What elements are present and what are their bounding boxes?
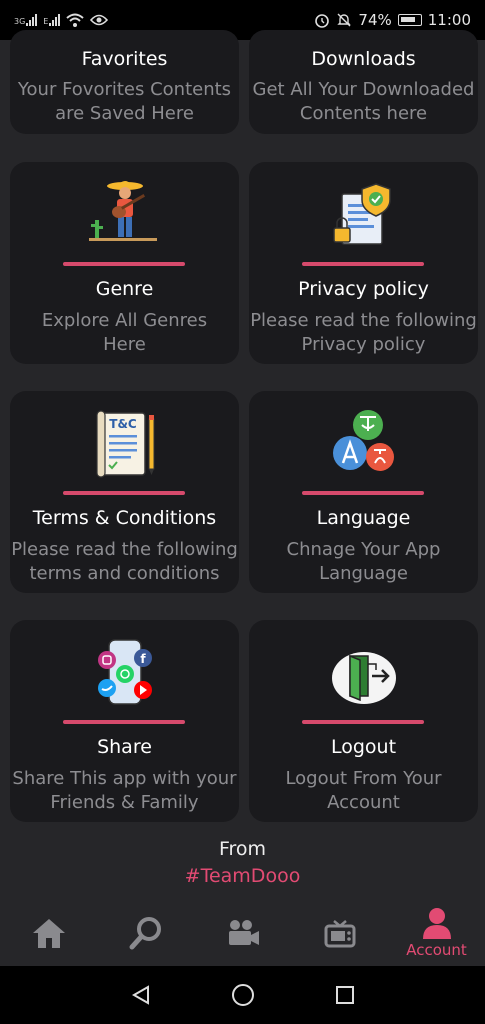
wifi-icon [66, 13, 85, 27]
card-title: Privacy policy [298, 278, 429, 300]
card-title: Terms & Conditions [32, 507, 217, 529]
card-desc-line-2: terms and conditions [29, 563, 220, 584]
card-desc-line-2: Privacy policy [301, 334, 426, 355]
card-divider [302, 491, 424, 495]
home-icon [32, 919, 65, 948]
card-desc-line-1: Logout From Your [285, 768, 442, 789]
privacy-policy-card[interactable]: Privacy policy Please read the following… [249, 162, 478, 364]
card-title: Share [97, 736, 152, 758]
search-icon [129, 917, 161, 950]
clock: 11:00 [427, 11, 471, 29]
logout-door-icon [331, 652, 396, 704]
tab-account[interactable]: Account [388, 900, 485, 966]
eye-icon [90, 14, 109, 26]
terms-icon-text: T&C [109, 417, 137, 431]
card-desc-line-2: Here [103, 334, 146, 355]
card-title: Genre [95, 278, 154, 300]
svg-text:f: f [140, 652, 146, 666]
card-desc-line-1: Please read the following [11, 539, 238, 560]
card-desc-line-1: Get All Your Downloaded [252, 79, 475, 100]
card-title: Logout [330, 736, 397, 758]
card-divider [302, 720, 424, 724]
translate-bubbles-icon [332, 410, 394, 471]
card-title: Favorites [81, 48, 168, 70]
tab-account-label: Account [406, 941, 467, 959]
signal-1: 3G [14, 14, 38, 26]
system-nav-bar [0, 966, 485, 1024]
tab-tv[interactable] [291, 900, 388, 966]
card-desc-line-2: Account [327, 792, 400, 813]
tab-search[interactable] [97, 900, 194, 966]
back-icon[interactable] [130, 984, 152, 1006]
bottom-tab-bar: Account [0, 900, 485, 966]
battery-percent: 74% [358, 11, 392, 29]
card-desc-line-2: Contents here [299, 103, 428, 124]
document-shield-icon [332, 183, 391, 245]
card-desc-line-2: Language [319, 563, 408, 584]
from-label: From [218, 838, 267, 860]
card-divider [63, 262, 185, 266]
card-divider [302, 262, 424, 266]
recents-icon[interactable] [334, 984, 356, 1006]
card-desc-line-2: Friends & Family [50, 792, 199, 813]
card-desc-line-2: are Saved Here [55, 103, 194, 124]
card-desc-line-1: Share This app with your [12, 768, 237, 789]
battery-icon [397, 14, 422, 26]
card-desc-line-1: Please read the following [250, 310, 477, 331]
guitarist-icon [88, 181, 157, 241]
tab-video[interactable] [194, 900, 291, 966]
mute-icon [337, 13, 352, 27]
share-phone-icon: f [97, 639, 152, 705]
card-desc-line-1: Explore All Genres [41, 310, 208, 331]
card-title: Language [316, 507, 411, 529]
favorites-card[interactable]: Favorites Your Fovorites Contents are Sa… [10, 30, 239, 134]
account-icon [422, 908, 451, 939]
network-type-2: E [43, 17, 49, 26]
language-card[interactable]: Language Chnage Your App Language [249, 391, 478, 593]
network-type-1: 3G [14, 17, 26, 26]
card-desc-line-1: Chnage Your App [286, 539, 441, 560]
tab-home[interactable] [0, 900, 97, 966]
video-camera-icon [228, 920, 259, 945]
home-circle-icon[interactable] [231, 983, 255, 1007]
genre-card[interactable]: Genre Explore All Genres Here [10, 162, 239, 364]
terms-conditions-card[interactable]: T&C Terms & Conditions Please read the f… [10, 391, 239, 593]
card-divider [63, 720, 185, 724]
team-tag: #TeamDooo [184, 865, 301, 887]
tv-icon [324, 920, 355, 948]
card-desc-line-1: Your Fovorites Contents [17, 79, 232, 100]
share-card[interactable]: f Share Share This app with your Friends… [10, 620, 239, 822]
logout-card[interactable]: Logout Logout From Your Account [249, 620, 478, 822]
card-divider [63, 491, 185, 495]
signal-2: E [43, 14, 61, 26]
card-title: Downloads [311, 48, 416, 70]
terms-document-icon: T&C [95, 410, 154, 478]
downloads-card[interactable]: Downloads Get All Your Downloaded Conten… [249, 30, 478, 134]
alarm-icon [315, 14, 330, 28]
